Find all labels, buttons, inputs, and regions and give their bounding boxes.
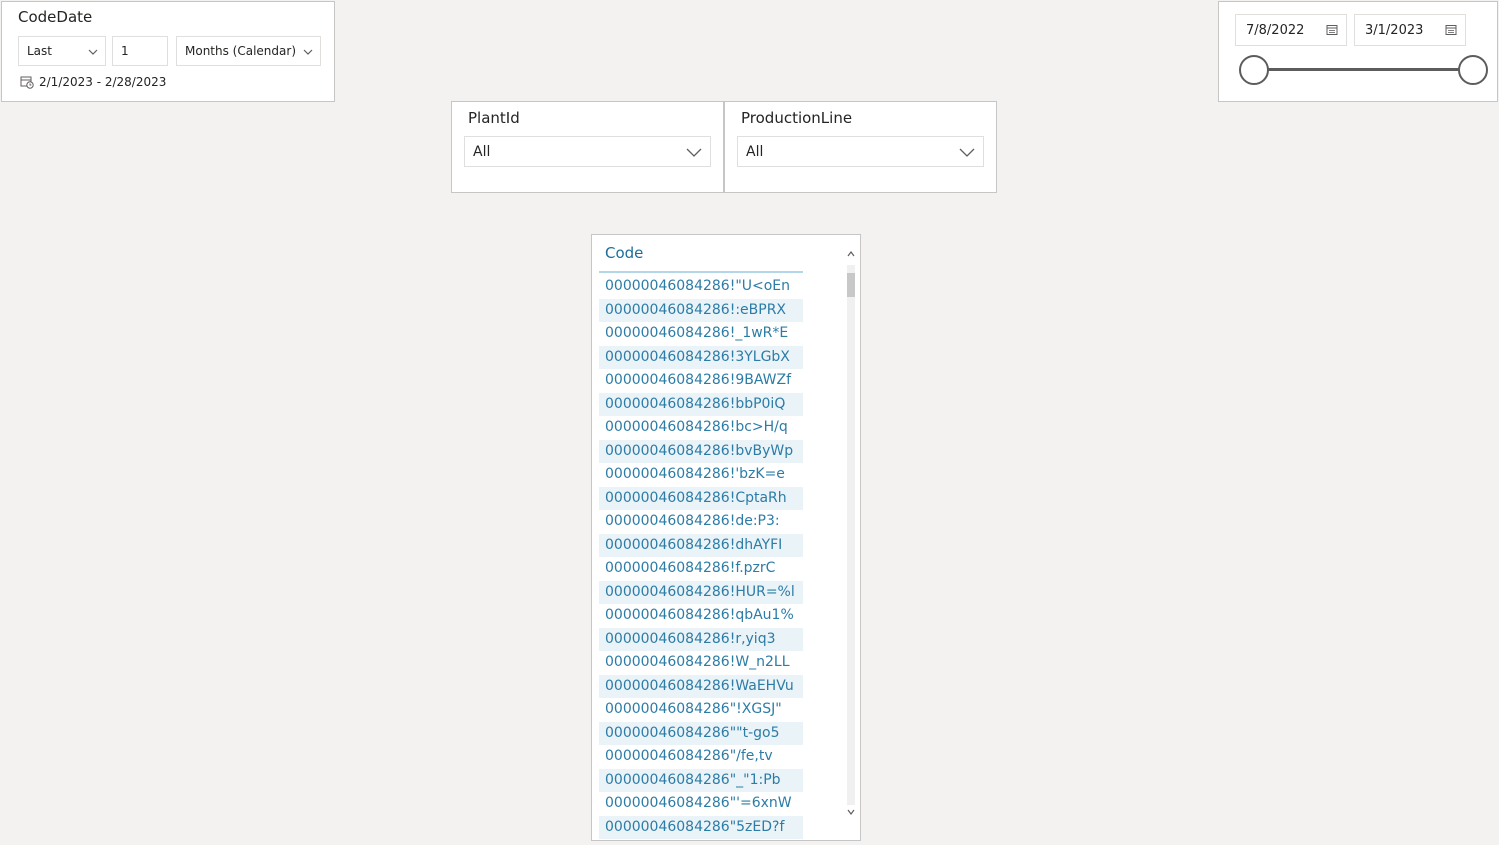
slider-track[interactable]: [1253, 68, 1473, 71]
scroll-track[interactable]: [847, 265, 855, 805]
productionline-title: ProductionLine: [741, 109, 853, 127]
relative-mode-value: Last: [27, 44, 52, 58]
end-date-value: 3/1/2023: [1365, 22, 1424, 38]
scroll-up-icon[interactable]: [846, 249, 856, 259]
chevron-down-icon: [959, 148, 975, 157]
table-row[interactable]: 00000046084286""t-go5: [599, 721, 803, 745]
plantid-dropdown[interactable]: All: [464, 136, 711, 167]
table-row[interactable]: 00000046084286"!XGSJ": [599, 698, 803, 722]
column-header-code[interactable]: Code: [599, 235, 803, 273]
plantid-slicer: PlantId All: [451, 101, 724, 193]
code-rows: 00000046084286!"U<oEn 00000046084286!:eBP…: [599, 275, 803, 839]
codedate-range-text: 2/1/2023 - 2/28/2023: [39, 75, 167, 89]
slider-handle-end[interactable]: [1458, 55, 1488, 85]
date-range-slicer: 7/8/2022 3/1/2023: [1218, 1, 1498, 102]
code-table: Code 00000046084286!"U<oEn 00000046084286…: [591, 234, 861, 841]
plantid-title: PlantId: [468, 109, 520, 127]
scrollbar[interactable]: [846, 241, 856, 831]
table-row[interactable]: 00000046084286!_1wR*E: [599, 322, 803, 346]
start-date-value: 7/8/2022: [1246, 22, 1305, 38]
table-row[interactable]: 00000046084286!"U<oEn: [599, 275, 803, 299]
table-row[interactable]: 00000046084286!qbAu1%: [599, 604, 803, 628]
relative-count-input[interactable]: 1: [112, 36, 168, 66]
table-row[interactable]: 00000046084286!HUR=%l: [599, 580, 803, 604]
table-row[interactable]: 00000046084286"/fe,tv: [599, 745, 803, 769]
table-row[interactable]: 00000046084286"5zED?f: [599, 815, 803, 839]
scroll-down-icon[interactable]: [846, 807, 856, 817]
calendar-icon[interactable]: [1445, 24, 1457, 36]
productionline-selected-value: All: [746, 143, 764, 160]
table-row[interactable]: 00000046084286!'bzK=e: [599, 463, 803, 487]
codedate-title: CodeDate: [18, 8, 93, 26]
calendar-icon[interactable]: [1326, 24, 1338, 36]
productionline-dropdown[interactable]: All: [737, 136, 984, 167]
table-row[interactable]: 00000046084286!WaEHVu: [599, 674, 803, 698]
codedate-range: 2/1/2023 - 2/28/2023: [20, 75, 166, 89]
table-row[interactable]: 00000046084286!9BAWZf: [599, 369, 803, 393]
chevron-down-icon: [686, 148, 702, 157]
table-row[interactable]: 00000046084286!:eBPRX: [599, 298, 803, 322]
table-row[interactable]: 00000046084286"_"1:Pb: [599, 768, 803, 792]
relative-count-value: 1: [121, 44, 129, 58]
table-row[interactable]: 00000046084286!3YLGbX: [599, 345, 803, 369]
chevron-down-icon: [303, 49, 313, 55]
productionline-slicer: ProductionLine All: [724, 101, 997, 193]
table-row[interactable]: 00000046084286"'=6xnW: [599, 792, 803, 816]
relative-mode-dropdown[interactable]: Last: [18, 36, 106, 66]
column-header-label: Code: [605, 244, 644, 262]
table-row[interactable]: 00000046084286!dhAYFI: [599, 533, 803, 557]
relative-unit-dropdown[interactable]: Months (Calendar): [176, 36, 321, 66]
table-row[interactable]: 00000046084286!r,yiq3: [599, 627, 803, 651]
start-date-input[interactable]: 7/8/2022: [1235, 14, 1347, 46]
table-row[interactable]: 00000046084286!f.pzrC: [599, 557, 803, 581]
table-row[interactable]: 00000046084286!de:P3:: [599, 510, 803, 534]
chevron-down-icon: [88, 49, 98, 55]
slider-handle-start[interactable]: [1239, 55, 1269, 85]
table-row[interactable]: 00000046084286!bc>H/q: [599, 416, 803, 440]
end-date-input[interactable]: 3/1/2023: [1354, 14, 1466, 46]
table-row[interactable]: 00000046084286!bbP0iQ: [599, 392, 803, 416]
relative-unit-value: Months (Calendar): [185, 44, 296, 58]
table-row[interactable]: 00000046084286!W_n2LL: [599, 651, 803, 675]
codedate-slicer: CodeDate Last 1 Months (Calendar) 2/1/20…: [1, 1, 335, 102]
table-row[interactable]: 00000046084286!CptaRh: [599, 486, 803, 510]
calendar-clock-icon: [20, 76, 34, 89]
scroll-thumb[interactable]: [847, 273, 855, 297]
table-row[interactable]: 00000046084286!bvByWp: [599, 439, 803, 463]
plantid-selected-value: All: [473, 143, 491, 160]
